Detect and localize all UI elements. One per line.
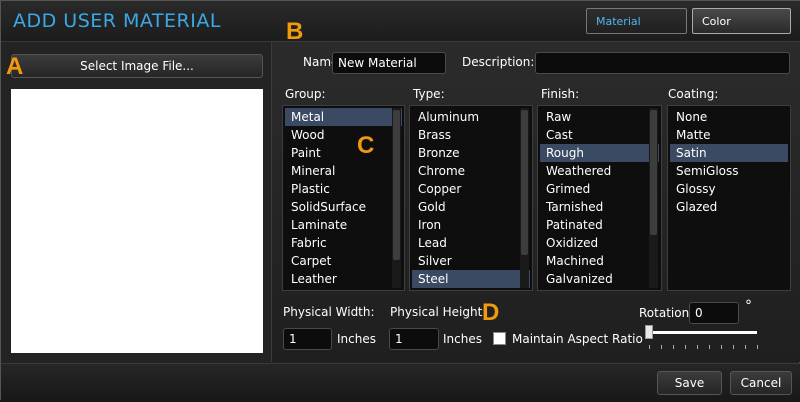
material-properties-panel: Name: New Material Description: Group: T… <box>272 42 800 362</box>
coating-list-item[interactable]: None <box>670 108 788 126</box>
slider-tick <box>709 345 710 349</box>
finish-list-item[interactable]: Galvanized <box>540 270 659 288</box>
type-label: Type: <box>413 87 445 101</box>
slider-tick <box>697 345 698 349</box>
slider-tick <box>733 345 734 349</box>
group-list-item[interactable]: Leather <box>285 270 402 288</box>
slider-tick <box>721 345 722 349</box>
group-label: Group: <box>285 87 326 101</box>
finish-list-item[interactable]: Rough <box>540 144 659 162</box>
marker-c: C <box>357 132 375 159</box>
physical-height-label: Physical Height: <box>390 305 487 319</box>
dialog-title: ADD USER MATERIAL <box>13 10 221 32</box>
group-scroll-thumb[interactable] <box>393 110 400 260</box>
type-list-item[interactable]: Gold <box>412 198 530 216</box>
group-list-item[interactable]: Wood <box>285 126 402 144</box>
finish-list[interactable]: Raw Cast Rough Weathered Grimed Tarnished Pati… <box>537 105 662 291</box>
slider-tick <box>673 345 674 349</box>
finish-list-item[interactable]: Patinated <box>540 216 659 234</box>
coating-label: Coating: <box>668 87 719 101</box>
coating-list-item[interactable]: SemiGloss <box>670 162 788 180</box>
type-list-item[interactable]: Aluminum <box>412 108 530 126</box>
coating-list-item[interactable]: Matte <box>670 126 788 144</box>
rotation-label: Rotation: <box>639 306 694 320</box>
type-list-item[interactable]: Bronze <box>412 144 530 162</box>
slider-tick <box>757 345 758 349</box>
select-image-file-button[interactable]: Select Image File... <box>11 54 263 78</box>
slider-tick <box>649 345 650 349</box>
finish-scroll-thumb[interactable] <box>650 110 657 235</box>
slider-tick <box>745 345 746 349</box>
type-scroll-thumb[interactable] <box>521 110 528 255</box>
group-list-item[interactable]: Metal <box>285 108 402 126</box>
type-list[interactable]: Aluminum Brass Bronze Chrome Copper Gold Iron L… <box>409 105 533 291</box>
maintain-aspect-ratio-label: Maintain Aspect Ratio <box>512 332 643 346</box>
group-list-item[interactable]: SolidSurface <box>285 198 402 216</box>
slider-tick <box>661 345 662 349</box>
marker-d: D <box>482 299 500 326</box>
rotation-slider-ticks <box>649 345 758 349</box>
cancel-button[interactable]: Cancel <box>730 371 792 395</box>
group-list-item[interactable]: Mineral <box>285 162 402 180</box>
slider-tick <box>685 345 686 349</box>
group-list[interactable]: Metal Wood Paint Mineral Plastic SolidSurface… <box>282 105 405 291</box>
type-scrollbar[interactable] <box>520 108 529 288</box>
type-list-item[interactable]: Steel <box>412 270 530 288</box>
type-list-item[interactable]: Silver <box>412 252 530 270</box>
group-list-item[interactable]: Plastic <box>285 180 402 198</box>
marker-b: B <box>286 18 304 45</box>
image-preview <box>11 89 263 353</box>
finish-list-item[interactable]: Oxidized <box>540 234 659 252</box>
physical-height-input[interactable]: 1 <box>389 328 439 350</box>
finish-list-item[interactable]: Cast <box>540 126 659 144</box>
add-user-material-dialog: ADD USER MATERIAL Material Properties Co… <box>0 0 800 402</box>
rotation-slider-track[interactable] <box>649 331 757 334</box>
marker-a: A <box>6 53 24 80</box>
type-list-item[interactable]: Chrome <box>412 162 530 180</box>
finish-list-item[interactable]: Raw <box>540 108 659 126</box>
maintain-aspect-ratio-checkbox[interactable] <box>493 332 506 345</box>
tab-color-adjustment[interactable]: Color Adjustment <box>692 8 791 54</box>
description-label: Description: <box>462 55 535 69</box>
finish-list-item[interactable]: Tarnished <box>540 198 659 216</box>
save-button[interactable]: Save <box>657 371 722 395</box>
description-input[interactable] <box>535 52 790 74</box>
name-input[interactable]: New Material <box>332 52 446 74</box>
rotation-input[interactable]: 0 <box>689 302 739 324</box>
type-list-item[interactable]: Copper <box>412 180 530 198</box>
coating-list[interactable]: None Matte Satin SemiGloss Glossy Glazed <box>667 105 791 291</box>
finish-scrollbar[interactable] <box>649 108 658 288</box>
group-list-item[interactable]: Carpet <box>285 252 402 270</box>
rotation-slider-thumb[interactable] <box>645 325 653 339</box>
group-list-item[interactable]: Laminate <box>285 216 402 234</box>
coating-list-item[interactable]: Glossy <box>670 180 788 198</box>
coating-list-item[interactable]: Glazed <box>670 198 788 216</box>
finish-list-item[interactable]: Machined <box>540 252 659 270</box>
title-bar: ADD USER MATERIAL Material Properties Co… <box>1 1 800 54</box>
type-list-item[interactable]: Brass <box>412 126 530 144</box>
image-panel: Select Image File... <box>1 42 272 362</box>
dialog-footer: Save Cancel <box>1 363 800 402</box>
group-list-item[interactable]: Paint <box>285 144 402 162</box>
finish-list-item[interactable]: Grimed <box>540 180 659 198</box>
rotation-degree-symbol: ° <box>745 298 752 314</box>
type-list-item[interactable]: Lead <box>412 234 530 252</box>
finish-label: Finish: <box>541 87 580 101</box>
physical-width-input[interactable]: 1 <box>283 328 332 350</box>
coating-list-item[interactable]: Satin <box>670 144 788 162</box>
type-list-item[interactable]: Iron <box>412 216 530 234</box>
group-scrollbar[interactable] <box>392 108 401 288</box>
physical-height-unit: Inches <box>443 332 482 346</box>
tab-material-properties[interactable]: Material Properties <box>586 8 687 54</box>
group-list-item[interactable]: Fabric <box>285 234 402 252</box>
physical-width-label: Physical Width: <box>283 305 375 319</box>
physical-width-unit: Inches <box>337 332 376 346</box>
finish-list-item[interactable]: Weathered <box>540 162 659 180</box>
